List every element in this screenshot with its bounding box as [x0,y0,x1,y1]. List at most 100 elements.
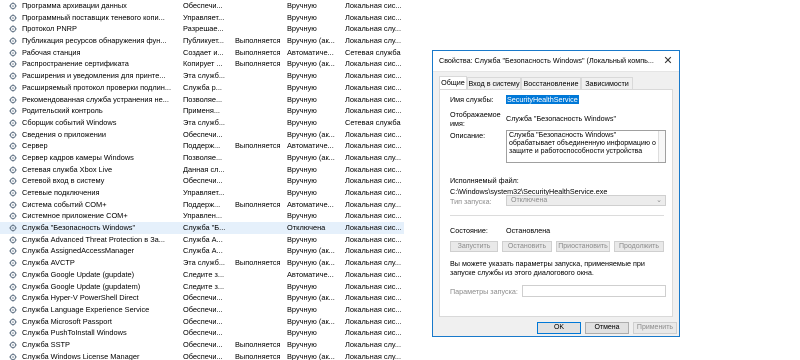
service-name: Служба SSTP [22,339,70,349]
startup-type-select[interactable]: Отключена ⌄ [506,195,666,206]
service-row[interactable]: Служба SSTP Обеспечи... Выполняется Вручную… [0,339,404,351]
service-row[interactable]: Рабочая станция Создает и... Выполняется Ав… [0,47,404,59]
dialog-titlebar[interactable]: Свойства: Служба "Безопасность Windows" … [433,51,679,72]
params-hint: Вы можете указать параметры запуска, при… [450,259,645,277]
service-row[interactable]: Служба Microsoft Passport Обеспечи... Вруч… [0,316,404,328]
service-name: Служба Hyper-V PowerShell Direct [22,293,139,303]
tab-dependencies[interactable]: Зависимости [581,77,633,89]
service-description: Эта служб... [183,71,225,81]
service-startup-type: Вручную [287,117,317,127]
service-row[interactable]: Программный поставщик теневого копи... Уп… [0,12,404,24]
gear-icon [9,95,17,104]
service-row[interactable]: Служба "Безопасность Windows" Служба "Б..… [0,222,404,234]
service-name: Расширения и уведомления для принте... [22,71,166,81]
service-row[interactable]: Сетевая служба Xbox Live Данная сл... Вруч… [0,164,404,176]
tab-logon[interactable]: Вход в систему [467,77,521,89]
service-row[interactable]: Сетевой вход в систему Обеспечи... Вручную… [0,175,404,187]
service-name: Служба Advanced Threat Protection в За..… [22,234,165,244]
service-properties-dialog: Свойства: Служба "Безопасность Windows" … [432,50,680,337]
service-name: Служба PushToInstall Windows [22,328,127,338]
pause-button[interactable]: Приостановить [556,241,610,252]
service-description: Обеспечи... [183,339,223,349]
tab-recovery[interactable]: Восстановление [521,77,581,89]
service-name: Служба AssignedAccessManager [22,246,135,256]
service-description: Следите з... [183,269,225,279]
service-row[interactable]: Служба AssignedAccessManager Служба A... В… [0,245,404,257]
display-name-value[interactable]: Служба "Безопасность Windows" [506,114,616,123]
gear-icon [9,48,17,57]
service-description: Применя... [183,106,220,116]
service-description: Позволяе... [183,152,223,162]
service-row[interactable]: Сервер Поддерж... Выполняется Автоматиче...… [0,140,404,152]
cancel-button[interactable]: Отмена [585,322,629,334]
service-name: Публикация ресурсов обнаружения фун... [22,36,167,46]
service-logon-as: Локальная сис... [345,106,402,116]
service-row[interactable]: Родительский контроль Применя... Вручную Ло… [0,105,404,117]
gear-icon [9,282,17,291]
display-name-label: Отображаемое [450,110,501,119]
service-logon-as: Локальная слу... [345,351,401,360]
gear-icon [9,177,17,186]
service-logon-as: Сетевая служба [345,47,401,57]
service-row[interactable]: Система событий COM+ Поддерж... Выполняетс… [0,199,404,211]
service-row[interactable]: Публикация ресурсов обнаружения фун... Пу… [0,35,404,47]
service-startup-type: Вручную [287,106,317,116]
service-startup-type: Автоматиче... [287,269,334,279]
service-name: Рабочая станция [22,47,81,57]
service-row[interactable]: Программа архивации данных Обеспечи... Вру… [0,0,404,12]
service-logon-as: Локальная сис... [345,211,402,221]
service-row[interactable]: Рекомендованная служба устранения не... П… [0,94,404,106]
start-button[interactable]: Запустить [450,241,498,252]
service-startup-type: Отключена [287,223,326,233]
ok-button[interactable]: OK [537,322,581,334]
service-name: Система событий COM+ [22,199,107,209]
start-params-input[interactable] [522,285,666,297]
service-state: Выполняется [235,258,281,268]
service-row[interactable]: Сервер кадров камеры Windows Позволяе... В… [0,152,404,164]
service-logon-as: Локальная сис... [345,1,402,10]
service-logon-as: Локальная сис... [345,71,402,81]
service-name: Служба "Безопасность Windows" [22,223,136,233]
resume-button[interactable]: Продолжить [614,241,664,252]
service-row[interactable]: Служба Windows License Manager Обеспечи..… [0,351,404,360]
description-box[interactable]: Служба "Безопасность Windows" обрабатыва… [506,130,666,163]
service-state: Выполняется [235,141,281,151]
service-row[interactable]: Распространение сертификата Копирует ... В… [0,58,404,70]
service-row[interactable]: Служба AVCTP Эта служб... Выполняется Вручн… [0,257,404,269]
service-startup-type: Вручную [287,339,317,349]
stop-button[interactable]: Остановить [502,241,552,252]
service-row[interactable]: Служба PushToInstall Windows Обеспечи... В… [0,327,404,339]
service-logon-as: Локальная сис... [345,328,402,338]
description-label: Описание: [450,131,486,140]
service-description: Управляет... [183,188,225,197]
service-logon-as: Локальная сис... [345,176,402,186]
service-state: Выполняется [235,199,281,209]
service-description: Поддерж... [183,199,221,209]
service-row[interactable]: Служба Hyper-V PowerShell Direct Обеспечи… [0,292,404,304]
service-name: Служба Google Update (gupdate) [22,269,135,279]
service-row[interactable]: Сведения о приложении Обеспечи... Вручную … [0,129,404,141]
gear-icon [9,2,17,10]
apply-button[interactable]: Применить [633,322,677,334]
service-row[interactable]: Служба Google Update (gupdatem) Следите з… [0,281,404,293]
service-row[interactable]: Сетевые подключения Управляет... Вручную Ло… [0,187,404,199]
service-name: Программа архивации данных [22,1,127,10]
service-row[interactable]: Расширения и уведомления для принте... Эт… [0,70,404,82]
gear-icon [9,60,17,69]
service-row[interactable]: Служба Advanced Threat Protection в За..… [0,234,404,246]
service-state: Выполняется [235,36,281,46]
service-logon-as: Локальная сис... [345,304,402,314]
close-icon[interactable]: ✕ [657,51,679,71]
service-name-value[interactable]: SecurityHealthService [506,95,579,104]
gear-icon [9,247,17,256]
service-row[interactable]: Протокол PNRP Разрешае... Вручную Локальная… [0,23,404,35]
tab-general[interactable]: Общие [439,76,467,89]
description-scrollbar[interactable] [658,131,665,162]
service-description: Обеспечи... [183,293,223,303]
service-row[interactable]: Расширяемый протокол проверки подлин... С… [0,82,404,94]
service-row[interactable]: Служба Language Experience Service Обеспе… [0,304,404,316]
service-logon-as: Локальная сис... [345,269,402,279]
service-row[interactable]: Системное приложение COM+ Управлен... Вруч… [0,210,404,222]
service-row[interactable]: Служба Google Update (gupdate) Следите з.… [0,269,404,281]
service-row[interactable]: Сборщик событий Windows Эта служб... Вручн… [0,117,404,129]
